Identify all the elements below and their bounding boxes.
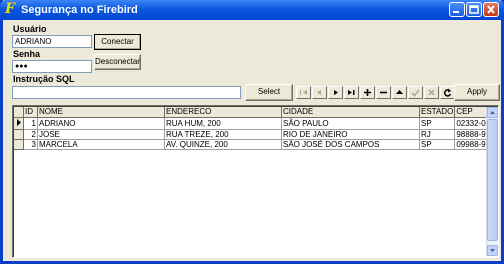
user-input[interactable]: ADRIANO	[12, 35, 92, 48]
refresh-icon	[443, 88, 452, 97]
title-bar[interactable]: F Segurança no Firebird	[0, 0, 504, 20]
cancel-x-icon	[428, 89, 435, 96]
plus-icon	[364, 89, 371, 96]
cell-id[interactable]: 1	[23, 117, 38, 130]
cell-cidade[interactable]: SÃO JOSÉ DOS CAMPOS	[281, 139, 420, 150]
scroll-down-button[interactable]	[487, 245, 498, 256]
cell-id[interactable]: 2	[23, 129, 38, 140]
main-window: F Segurança no Firebird Usuário ADRIANO …	[0, 0, 504, 264]
edit-button[interactable]	[392, 86, 407, 99]
row-indicator	[14, 129, 24, 140]
next-button[interactable]	[328, 86, 343, 99]
first-icon	[300, 90, 307, 95]
scroll-up-button[interactable]	[487, 107, 498, 118]
cell-nome[interactable]: ADRIANO	[37, 117, 165, 130]
refresh-button[interactable]	[440, 86, 455, 99]
table-row[interactable]: 3 MARCELA AV. QUINZE, 200 SÃO JOSÉ DOS C…	[14, 139, 497, 150]
cell-estado[interactable]: RJ	[419, 129, 456, 140]
cancel-button[interactable]	[424, 86, 439, 99]
cell-endereco[interactable]: RUA TREZE, 200	[164, 129, 282, 140]
grid-table: ID NOME ENDERECO CIDADE ESTADO CEP 1 ADR…	[14, 107, 497, 150]
check-icon	[411, 89, 420, 97]
cell-endereco[interactable]: AV. QUINZE, 200	[164, 139, 282, 150]
maximize-icon	[469, 5, 479, 14]
cell-nome[interactable]: JOSE	[37, 129, 165, 140]
row-pointer-icon	[17, 118, 21, 126]
last-button[interactable]	[344, 86, 359, 99]
column-header-endereco[interactable]: ENDERECO	[164, 107, 282, 118]
cell-cidade[interactable]: SÃO PAULO	[281, 117, 420, 130]
data-grid[interactable]: ID NOME ENDERECO CIDADE ESTADO CEP 1 ADR…	[12, 105, 499, 258]
table-row[interactable]: 2 JOSE RUA TREZE, 200 RIO DE JANEIRO RJ …	[14, 129, 497, 140]
triangle-up-icon	[396, 90, 403, 94]
prior-icon	[317, 90, 321, 95]
apply-button[interactable]: Apply	[454, 84, 500, 101]
sql-input[interactable]	[12, 86, 241, 99]
row-indicator	[14, 139, 24, 150]
cell-endereco[interactable]: RUA HUM, 200	[164, 117, 282, 130]
cell-estado[interactable]: SP	[419, 139, 456, 150]
table-row[interactable]: 1 ADRIANO RUA HUM, 200 SÃO PAULO SP 0233…	[14, 117, 497, 130]
minimize-button[interactable]	[449, 2, 465, 17]
post-button[interactable]	[408, 86, 423, 99]
column-header-id[interactable]: ID	[23, 107, 38, 118]
first-button[interactable]	[296, 86, 311, 99]
password-label: Senha	[13, 49, 41, 59]
indicator-header	[14, 107, 24, 118]
close-icon	[487, 5, 495, 14]
password-input[interactable]: ●●●	[12, 60, 92, 73]
vertical-scrollbar[interactable]	[486, 107, 498, 256]
maximize-button[interactable]	[466, 2, 482, 17]
last-icon	[348, 90, 355, 95]
disconnect-button[interactable]: Desconectar	[94, 54, 141, 70]
cell-nome[interactable]: MARCELA	[37, 139, 165, 150]
user-label: Usuário	[13, 24, 47, 34]
cell-estado[interactable]: SP	[419, 117, 456, 130]
close-button[interactable]	[483, 2, 499, 17]
column-header-cidade[interactable]: CIDADE	[281, 107, 420, 118]
next-icon	[334, 90, 338, 95]
minimize-icon	[453, 11, 459, 13]
sql-label: Instrução SQL	[13, 74, 75, 84]
select-button[interactable]: Select	[245, 84, 293, 101]
cell-cidade[interactable]: RIO DE JANEIRO	[281, 129, 420, 140]
arrow-up-icon	[490, 111, 495, 114]
connect-button[interactable]: Conectar	[94, 34, 141, 50]
minus-icon	[380, 91, 387, 94]
current-row-indicator	[14, 117, 24, 130]
insert-button[interactable]	[360, 86, 375, 99]
firebird-app-icon: F	[5, 1, 15, 17]
cell-id[interactable]: 3	[23, 139, 38, 150]
prior-button[interactable]	[312, 86, 327, 99]
scroll-thumb[interactable]	[487, 119, 498, 241]
column-header-estado[interactable]: ESTADO	[419, 107, 456, 118]
delete-button[interactable]	[376, 86, 391, 99]
window-title: Segurança no Firebird	[21, 4, 138, 16]
grid-header-row: ID NOME ENDERECO CIDADE ESTADO CEP	[14, 107, 497, 118]
column-header-nome[interactable]: NOME	[37, 107, 165, 118]
arrow-down-icon	[490, 249, 495, 252]
